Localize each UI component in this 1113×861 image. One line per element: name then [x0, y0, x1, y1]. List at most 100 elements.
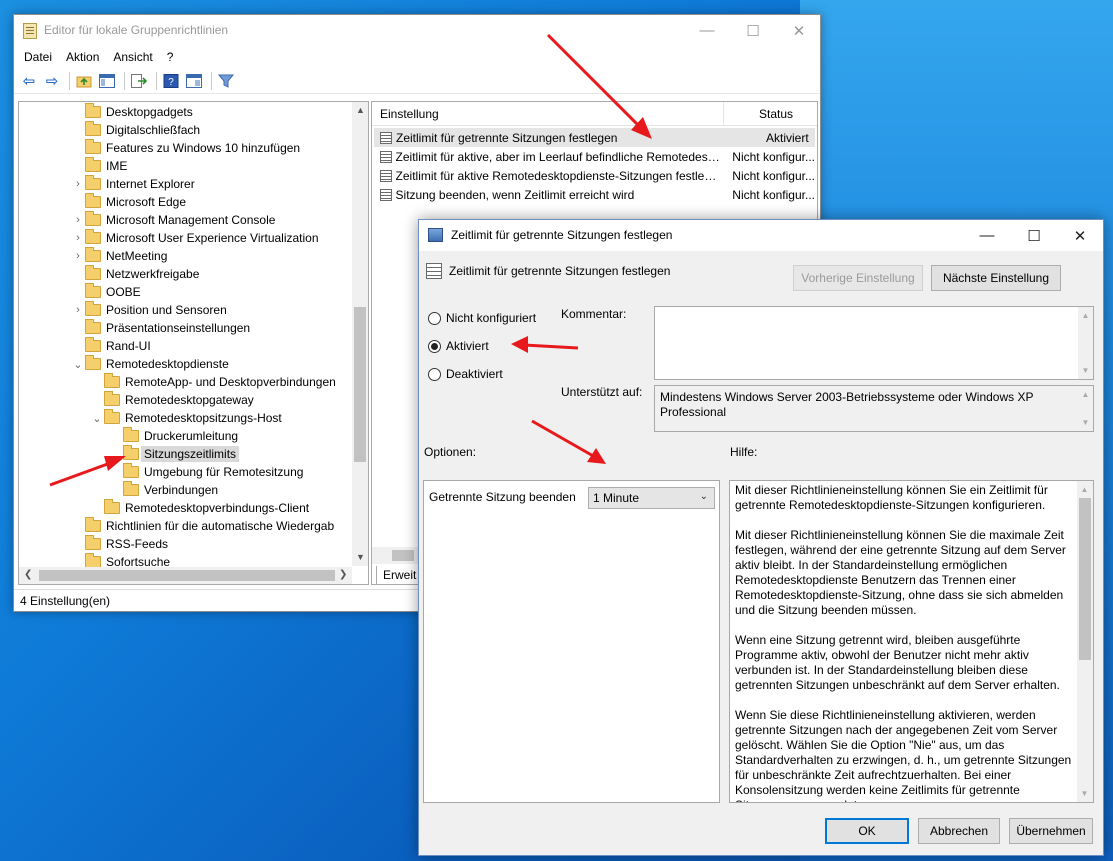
tree-item[interactable]: ⌄ Remotedesktopsitzungs-Host — [92, 409, 282, 427]
list-row[interactable]: Zeitlimit für aktive, aber im Leerlauf b… — [374, 147, 815, 166]
expand-chevron-icon[interactable]: › — [71, 178, 85, 190]
list-row[interactable]: Zeitlimit für getrennte Sitzungen festle… — [374, 128, 815, 147]
radio-not-configured[interactable]: Nicht konfiguriert — [428, 309, 536, 327]
dialog-close-button[interactable]: ✕ — [1057, 220, 1103, 251]
scroll-down-arrow-icon[interactable]: ▼ — [356, 552, 365, 562]
policy-setting-icon — [380, 188, 392, 201]
tree-item-label: Digitalschließfach — [106, 123, 201, 137]
expand-chevron-icon[interactable]: › — [71, 214, 85, 226]
tree-item[interactable]: Digitalschließfach — [85, 121, 200, 139]
forward-arrow-icon[interactable]: ⇨ — [42, 71, 62, 91]
cancel-button[interactable]: Abbrechen — [918, 818, 1000, 844]
column-header-setting[interactable]: Einstellung — [380, 107, 439, 121]
folder-icon — [104, 409, 120, 424]
column-separator[interactable] — [723, 102, 724, 126]
dialog-titlebar[interactable]: Zeitlimit für getrennte Sitzungen festle… — [419, 220, 1103, 251]
menu-help[interactable]: ? — [160, 50, 181, 64]
previous-setting-button[interactable]: Vorherige Einstellung — [793, 265, 923, 291]
menu-datei[interactable]: Datei — [17, 50, 59, 64]
list-row[interactable]: Zeitlimit für aktive Remotedesktopdienst… — [374, 166, 815, 185]
tree-item[interactable]: Features zu Windows 10 hinzufügen — [85, 139, 300, 157]
comment-textarea[interactable]: ▲ ▼ — [654, 306, 1094, 380]
expand-chevron-icon[interactable]: › — [71, 232, 85, 244]
tree-item[interactable]: › Internet Explorer — [76, 175, 195, 193]
close-button[interactable]: ✕ — [776, 15, 822, 46]
export-list-icon[interactable] — [129, 71, 149, 91]
tree-horizontal-scrollbar[interactable]: ❮ ❯ — [19, 567, 352, 584]
tree-item[interactable]: Umgebung für Remotesitzung — [123, 463, 303, 481]
minimize-button[interactable]: — — [684, 15, 730, 46]
tree-item[interactable]: › Position und Sensoren — [76, 301, 227, 319]
scroll-left-arrow-icon[interactable]: ❮ — [24, 569, 32, 580]
scroll-down-arrow-icon[interactable]: ▼ — [1078, 415, 1093, 430]
help-scroll-thumb[interactable] — [1079, 498, 1091, 660]
tree-item[interactable]: RemoteApp- und Desktopverbindungen — [104, 373, 336, 391]
radio-circle[interactable] — [428, 339, 441, 353]
tree-scroll-thumb[interactable] — [354, 307, 366, 462]
tree-item[interactable]: Richtlinien für die automatische Wiederg… — [85, 517, 334, 535]
dialog-setting-name: Zeitlimit für getrennte Sitzungen festle… — [449, 264, 671, 278]
tree-item[interactable]: › Microsoft User Experience Virtualizatio… — [76, 229, 319, 247]
tree-item[interactable]: Remotedesktopverbindungs-Client — [104, 499, 309, 517]
policy-tree[interactable]: Desktopgadgets Digitalschließfach Features… — [18, 101, 369, 585]
tree-item[interactable]: Desktopgadgets — [85, 103, 193, 121]
timeout-value: 1 Minute — [593, 491, 640, 505]
expand-chevron-icon[interactable]: › — [71, 304, 85, 316]
scroll-up-arrow-icon[interactable]: ▲ — [1078, 387, 1093, 402]
collapse-chevron-icon[interactable]: ⌄ — [90, 412, 104, 425]
tree-item[interactable]: › Microsoft Management Console — [76, 211, 275, 229]
tree-hscroll-thumb[interactable] — [39, 570, 335, 581]
tree-item[interactable]: Sitzungszeitlimits — [123, 445, 240, 463]
tree-item[interactable]: Rand-UI — [85, 337, 151, 355]
folder-icon — [85, 319, 101, 334]
tree-item-label: OOBE — [106, 285, 141, 299]
tree-item[interactable]: Remotedesktopgateway — [104, 391, 254, 409]
next-setting-button[interactable]: Nächste Einstellung — [931, 265, 1061, 291]
maximize-button[interactable]: ☐ — [730, 15, 776, 46]
filter-icon[interactable] — [216, 71, 236, 91]
dialog-minimize-button[interactable]: — — [964, 220, 1010, 251]
properties-view-icon[interactable] — [184, 71, 204, 91]
tree-item[interactable]: Präsentationseinstellungen — [85, 319, 250, 337]
tree-item[interactable]: OOBE — [85, 283, 141, 301]
dialog-maximize-button[interactable]: ☐ — [1011, 220, 1057, 251]
tree-item[interactable]: IME — [85, 157, 127, 175]
tree-item[interactable]: Microsoft Edge — [85, 193, 186, 211]
tree-item[interactable]: RSS-Feeds — [85, 535, 168, 553]
scroll-down-arrow-icon[interactable]: ▼ — [1078, 363, 1093, 378]
comment-scrollbar[interactable]: ▲ ▼ — [1078, 307, 1093, 379]
help-scrollbar[interactable]: ▲ ▼ — [1077, 481, 1093, 802]
tree-item[interactable]: ⌄ Remotedesktopdienste — [73, 355, 229, 373]
scroll-down-arrow-icon[interactable]: ▼ — [1077, 786, 1092, 801]
timeout-dropdown[interactable]: 1 Minute ⌄ — [588, 487, 715, 509]
tree-item[interactable]: › NetMeeting — [76, 247, 167, 265]
apply-button[interactable]: Übernehmen — [1009, 818, 1093, 844]
ok-button[interactable]: OK — [825, 818, 909, 844]
list-hscroll-thumb[interactable] — [392, 550, 414, 561]
scroll-up-arrow-icon[interactable]: ▲ — [1077, 482, 1092, 497]
scroll-up-arrow-icon[interactable]: ▲ — [356, 105, 365, 115]
supported-scrollbar[interactable]: ▲ ▼ — [1078, 386, 1093, 431]
radio-enabled[interactable]: Aktiviert — [428, 337, 489, 355]
menu-aktion[interactable]: Aktion — [59, 50, 106, 64]
back-arrow-icon[interactable]: ⇦ — [19, 71, 39, 91]
radio-circle[interactable] — [428, 367, 441, 381]
radio-circle[interactable] — [428, 311, 441, 325]
menu-ansicht[interactable]: Ansicht — [106, 50, 159, 64]
tree-item[interactable]: Netzwerkfreigabe — [85, 265, 199, 283]
scroll-right-arrow-icon[interactable]: ❯ — [339, 569, 347, 580]
tree-item[interactable]: Druckerumleitung — [123, 427, 238, 445]
help-text: Mit dieser Richtlinieneinstellung können… — [735, 483, 1072, 802]
column-header-status[interactable]: Status — [759, 107, 793, 121]
help-icon[interactable]: ? — [161, 71, 181, 91]
tree-item[interactable]: Verbindungen — [123, 481, 218, 499]
expand-chevron-icon[interactable]: › — [71, 250, 85, 262]
collapse-chevron-icon[interactable]: ⌄ — [71, 358, 85, 371]
list-row[interactable]: Sitzung beenden, wenn Zeitlimit erreicht… — [374, 185, 815, 204]
show-hide-tree-icon[interactable] — [97, 71, 117, 91]
gpedit-titlebar[interactable]: Editor für lokale Gruppenrichtlinien — ☐… — [14, 15, 820, 46]
tree-vertical-scrollbar[interactable]: ▲ ▼ — [352, 102, 368, 566]
scroll-up-arrow-icon[interactable]: ▲ — [1078, 308, 1093, 323]
up-folder-icon[interactable] — [74, 71, 94, 91]
radio-disabled[interactable]: Deaktiviert — [428, 365, 503, 383]
